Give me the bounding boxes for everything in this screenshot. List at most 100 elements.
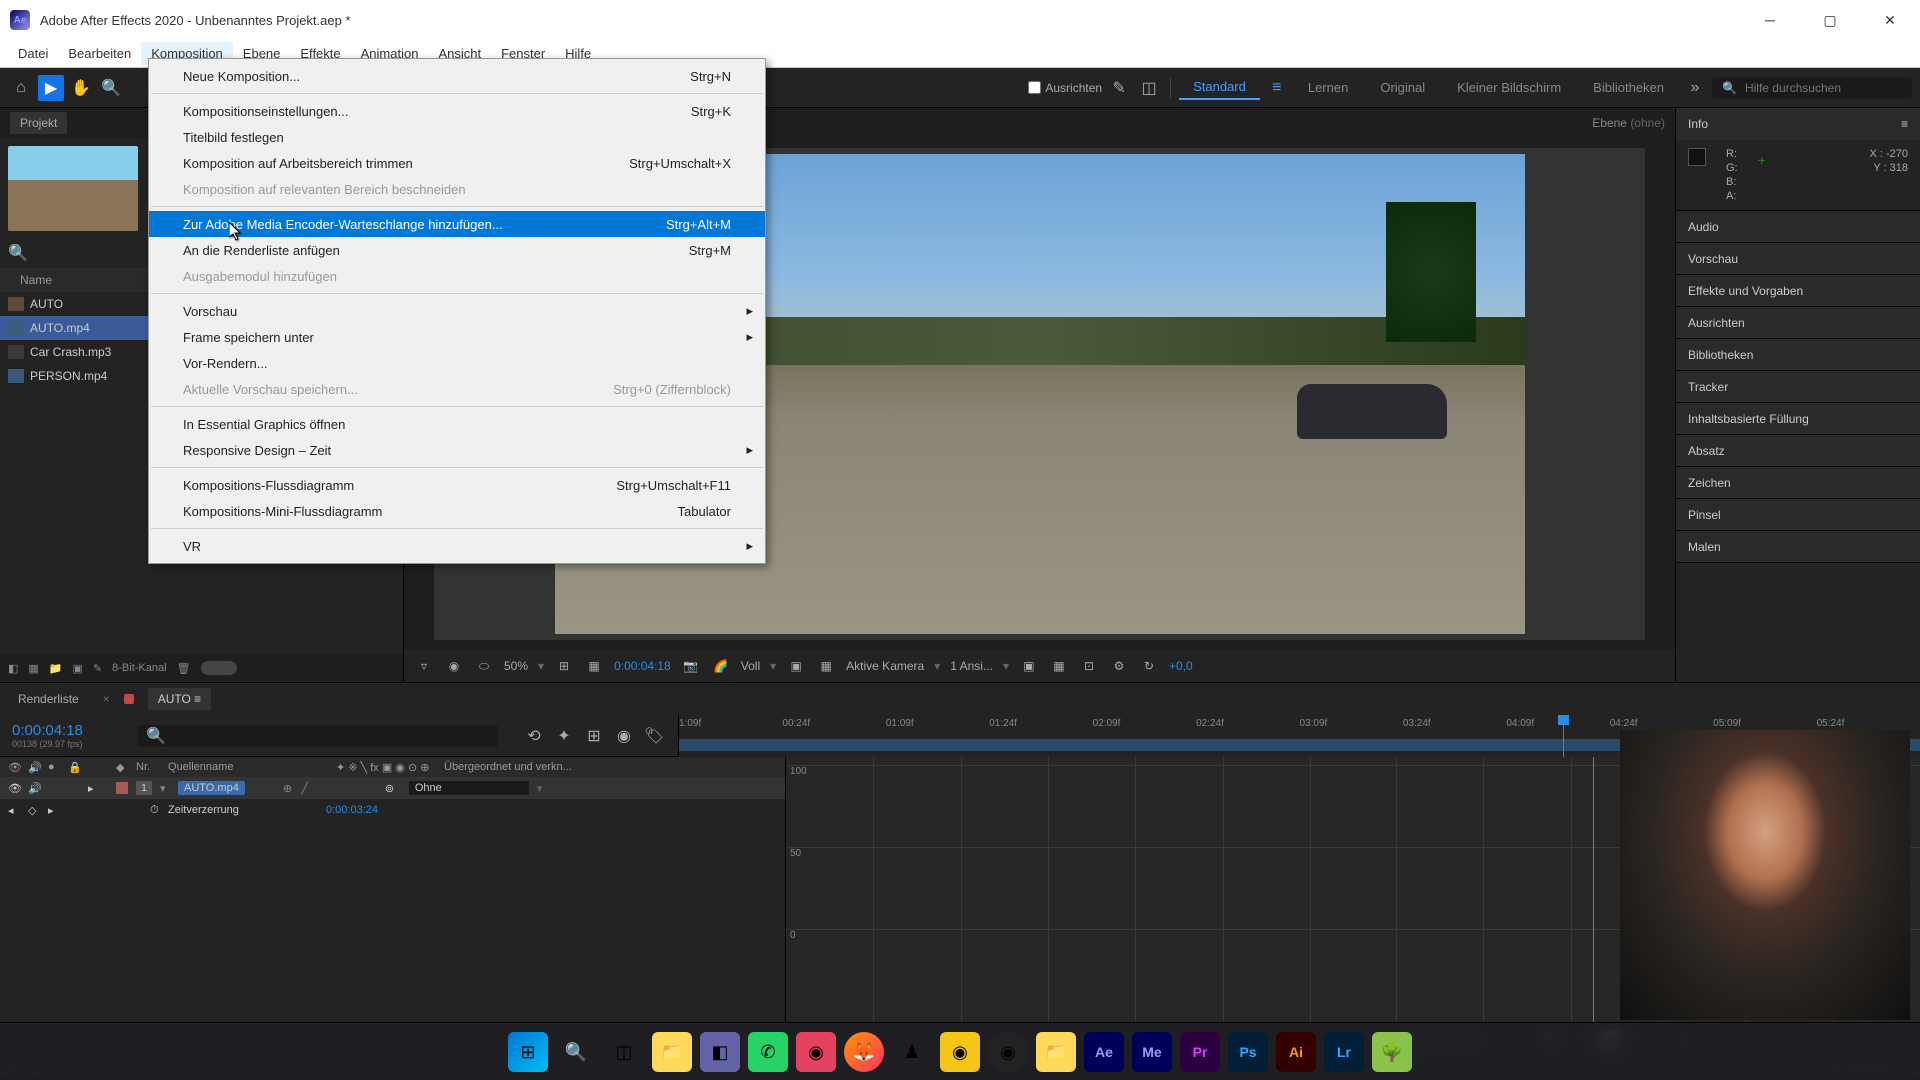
app-icon[interactable]: ◧ <box>700 1032 740 1072</box>
timecode-display[interactable]: 0:00:04:18 00138 (29.97 fps) <box>0 722 130 749</box>
menu-item[interactable]: Kompositions-FlussdiagrammStrg+Umschalt+… <box>149 472 765 498</box>
trash-icon[interactable]: 🗑 <box>177 662 191 675</box>
selection-tool-icon[interactable]: ▶ <box>38 75 64 101</box>
premiere-icon[interactable]: Pr <box>1180 1032 1220 1072</box>
menu-datei[interactable]: Datei <box>8 42 58 65</box>
workspace-lernen[interactable]: Lernen <box>1294 76 1362 99</box>
views-value[interactable]: 1 Ansi... <box>950 659 993 673</box>
menu-item[interactable]: An die Renderliste anfügenStrg+M <box>149 237 765 263</box>
region-icon[interactable]: ▣ <box>786 656 806 676</box>
mask-icon[interactable]: ⬭ <box>474 656 494 676</box>
zoom-tool-icon[interactable]: 🔍 <box>98 75 124 101</box>
interp-icon[interactable]: ◧ <box>8 662 18 675</box>
comp-tab[interactable]: AUTO ≡ <box>148 688 211 710</box>
menu-item[interactable]: Vorschau▸ <box>149 298 765 324</box>
column-name[interactable]: Name <box>20 273 52 287</box>
timeline-prop-row[interactable]: ◂ ◇ ▸ ⏱ Zeitverzerrung 0:00:03:24 <box>0 799 785 821</box>
lock-icon[interactable]: 🔒 <box>68 761 80 774</box>
exposure-value[interactable]: +0,0 <box>1169 659 1193 673</box>
tl-icon-3[interactable]: ⊞ <box>584 726 604 746</box>
panel-ausrichten[interactable]: Ausrichten <box>1676 307 1920 339</box>
explorer-icon[interactable]: 📁 <box>652 1032 692 1072</box>
snap-checkbox[interactable] <box>1028 81 1041 94</box>
workspace-menu-icon[interactable]: ≡ <box>1264 75 1290 101</box>
tl-icon-1[interactable]: ⟲ <box>524 726 544 746</box>
tool-extra2-icon[interactable]: ◫ <box>1136 75 1162 101</box>
menu-item[interactable]: In Essential Graphics öffnen <box>149 411 765 437</box>
maximize-button[interactable]: ▢ <box>1810 5 1850 35</box>
panel-audio[interactable]: Audio <box>1676 211 1920 243</box>
workspace-bibliotheken[interactable]: Bibliotheken <box>1579 76 1678 99</box>
res-icon[interactable]: ◉ <box>444 656 464 676</box>
app-last-icon[interactable]: 🌳 <box>1372 1032 1412 1072</box>
menu-item[interactable]: Responsive Design – Zeit▸ <box>149 437 765 463</box>
panel-effekte[interactable]: Effekte und Vorgaben <box>1676 275 1920 307</box>
quality-value[interactable]: Voll <box>741 659 760 673</box>
camera-value[interactable]: Aktive Kamera <box>846 659 924 673</box>
bitdepth-icon[interactable]: ▦ <box>28 662 38 675</box>
home-icon[interactable]: ⌂ <box>8 75 34 101</box>
close-button[interactable]: ✕ <box>1870 5 1910 35</box>
timeline-search-input[interactable]: 🔍 <box>138 725 498 747</box>
lightroom-icon[interactable]: Lr <box>1324 1032 1364 1072</box>
whatsapp-icon[interactable]: ✆ <box>748 1032 788 1072</box>
taskview-icon[interactable]: ◫ <box>604 1032 644 1072</box>
speaker-icon[interactable]: 🔊 <box>28 782 40 795</box>
project-tab[interactable]: Projekt <box>10 112 67 134</box>
obs-icon[interactable]: ◉ <box>988 1032 1028 1072</box>
panel-inhaltsbasierte[interactable]: Inhaltsbasierte Füllung <box>1676 403 1920 435</box>
help-search[interactable]: 🔍 Hilfe durchsuchen <box>1712 77 1912 99</box>
grid-icon[interactable]: ⊞ <box>554 656 574 676</box>
channel-icon[interactable]: 🌈 <box>711 656 731 676</box>
folder-icon[interactable]: 📁 <box>49 662 63 675</box>
menu-item[interactable]: Vor-Rendern... <box>149 350 765 376</box>
workspace-overflow-icon[interactable]: » <box>1682 75 1708 101</box>
newcomp-icon[interactable]: ▣ <box>73 662 83 675</box>
panel-absatz[interactable]: Absatz <box>1676 435 1920 467</box>
firefox-icon[interactable]: 🦊 <box>844 1032 884 1072</box>
aftereffects-icon[interactable]: Ae <box>1084 1032 1124 1072</box>
photoshop-icon[interactable]: Ps <box>1228 1032 1268 1072</box>
speaker-icon[interactable]: 🔊 <box>28 761 40 774</box>
label-color[interactable] <box>116 782 128 794</box>
prop-value[interactable]: 0:00:03:24 <box>326 804 378 816</box>
hand-tool-icon[interactable]: ✋ <box>68 75 94 101</box>
app2-icon[interactable]: ◉ <box>796 1032 836 1072</box>
guides-icon[interactable]: ▦ <box>584 656 604 676</box>
menu-bearbeiten[interactable]: Bearbeiten <box>58 42 141 65</box>
workspace-original[interactable]: Original <box>1366 76 1439 99</box>
workspace-standard[interactable]: Standard <box>1179 75 1260 100</box>
menu-item[interactable]: Komposition auf Arbeitsbereich trimmenSt… <box>149 150 765 176</box>
panel-zeichen[interactable]: Zeichen <box>1676 467 1920 499</box>
panel-malen[interactable]: Malen <box>1676 531 1920 563</box>
panel-bibliotheken[interactable]: Bibliotheken <box>1676 339 1920 371</box>
menu-item[interactable]: Kompositionseinstellungen...Strg+K <box>149 98 765 124</box>
app4-icon[interactable]: ◉ <box>940 1032 980 1072</box>
zoom-value[interactable]: 50% <box>504 659 528 673</box>
time-value[interactable]: 0:00:04:18 <box>614 659 671 673</box>
search-icon[interactable]: 🔍 <box>556 1032 596 1072</box>
workspace-kleiner[interactable]: Kleiner Bildschirm <box>1443 76 1575 99</box>
panel-vorschau[interactable]: Vorschau <box>1676 243 1920 275</box>
folder-icon[interactable]: 📁 <box>1036 1032 1076 1072</box>
adjust-icon[interactable]: ✎ <box>93 662 102 675</box>
transparency-icon[interactable]: ▦ <box>816 656 836 676</box>
panel-tracker[interactable]: Tracker <box>1676 371 1920 403</box>
search-pill[interactable] <box>201 661 237 675</box>
tl-icon-2[interactable]: ✦ <box>554 726 574 746</box>
menu-item[interactable]: Titelbild festlegen <box>149 124 765 150</box>
vf5-icon[interactable]: ↻ <box>1139 656 1159 676</box>
vf2-icon[interactable]: ▦ <box>1049 656 1069 676</box>
menu-item[interactable]: Zur Adobe Media Encoder-Warteschlange hi… <box>149 211 765 237</box>
app3-icon[interactable]: ♟ <box>892 1032 932 1072</box>
alpha-icon[interactable]: ▿ <box>414 656 434 676</box>
solo-icon[interactable]: ● <box>48 761 60 773</box>
tl-icon-5[interactable]: 🏷 <box>644 726 664 746</box>
eye-icon[interactable]: 👁 <box>8 761 20 774</box>
menu-item[interactable]: Frame speichern unter▸ <box>149 324 765 350</box>
mediaencoder-icon[interactable]: Me <box>1132 1032 1172 1072</box>
renderlist-tab[interactable]: Renderliste <box>8 688 89 710</box>
menu-item[interactable]: Neue Komposition...Strg+N <box>149 63 765 89</box>
menu-item[interactable]: Kompositions-Mini-FlussdiagrammTabulator <box>149 498 765 524</box>
parent-dropdown[interactable]: Ohne <box>409 781 529 795</box>
